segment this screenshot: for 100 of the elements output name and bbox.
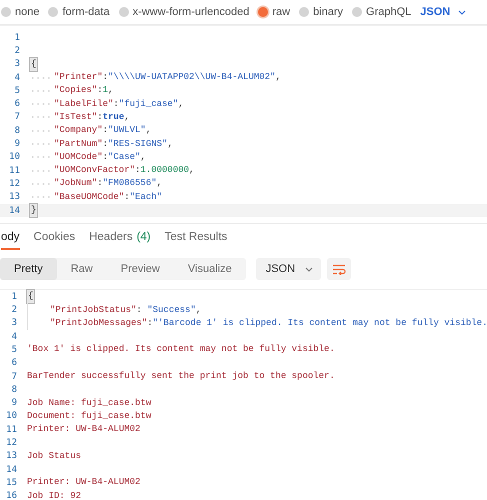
code-token: 1.0000000 bbox=[140, 164, 190, 178]
brace-token: } bbox=[30, 204, 38, 217]
code-token: "Each" bbox=[130, 190, 162, 204]
line-number: 11 bbox=[8, 166, 21, 176]
code-token: "'Barcode 1' is clipped. Its content may not be fully visible. bbox=[152, 316, 487, 330]
code-token: 'Box 1' is clipped. Its content may not be fully visible. bbox=[27, 343, 335, 356]
code-token: true bbox=[102, 110, 124, 124]
code-token: : bbox=[102, 71, 108, 84]
line-number: 7 bbox=[14, 112, 21, 122]
view-mode-tab[interactable]: Pretty bbox=[0, 258, 57, 280]
code-token: "Printer" bbox=[54, 71, 103, 84]
body-type-radio[interactable]: x-www-form-urlencoded bbox=[118, 6, 250, 18]
brace-token: { bbox=[30, 58, 38, 71]
line-number: 9 bbox=[14, 139, 21, 150]
format-dropdown[interactable]: JSON bbox=[420, 6, 466, 18]
code-token: : bbox=[113, 98, 119, 111]
line-number: 12 bbox=[5, 438, 18, 448]
line-number: 6 bbox=[14, 99, 21, 110]
code-token: : bbox=[97, 110, 103, 124]
line-number: 14 bbox=[8, 206, 21, 216]
code-token: "Copies" bbox=[54, 84, 98, 98]
code-token: , bbox=[196, 304, 202, 317]
view-mode-tab[interactable]: Raw bbox=[56, 258, 107, 280]
code-token: : bbox=[135, 164, 140, 178]
code-token: Job ID: 92 bbox=[27, 490, 82, 500]
response-tab[interactable]: Cookies bbox=[34, 231, 76, 250]
code-token: , bbox=[156, 177, 162, 190]
code-token: Printer: UW-B4-ALUM02 bbox=[27, 423, 140, 436]
line-number: 3 bbox=[10, 318, 18, 328]
response-format-dropdown[interactable]: JSON bbox=[256, 258, 322, 280]
body-type-radio[interactable]: raw bbox=[258, 6, 290, 18]
code-token: "RES-SIGNS" bbox=[108, 138, 168, 151]
line-number: 4 bbox=[10, 332, 18, 342]
body-type-radio[interactable]: form-data bbox=[48, 6, 110, 18]
code-token: , bbox=[140, 150, 146, 164]
code-token: , bbox=[146, 124, 152, 138]
code-token: "LabelFile" bbox=[54, 98, 114, 111]
line-number: 10 bbox=[8, 152, 21, 162]
body-type-radio[interactable]: binary bbox=[299, 6, 344, 18]
view-mode-tab[interactable]: Preview bbox=[106, 258, 174, 280]
line-number: 14 bbox=[5, 464, 18, 475]
line-number: 9 bbox=[10, 398, 18, 408]
code-token: : bbox=[97, 84, 103, 98]
tab-count: (4) bbox=[136, 231, 151, 244]
response-tab[interactable]: Headers (4) bbox=[89, 231, 151, 250]
code-token: "BaseUOMCode" bbox=[54, 190, 124, 204]
code-token: : bbox=[97, 177, 103, 190]
code-token: "Company" bbox=[54, 124, 103, 138]
code-token: : bbox=[136, 304, 143, 317]
response-tab[interactable]: Test Results bbox=[164, 231, 228, 250]
code-token: BarTender successfully sent the print job to the spooler. bbox=[27, 370, 335, 384]
code-token: : bbox=[102, 138, 108, 151]
line-number: 12 bbox=[8, 178, 21, 189]
line-number: 2 bbox=[10, 305, 18, 316]
code-token: "Case" bbox=[108, 150, 140, 164]
code-token: "PartNum" bbox=[54, 138, 103, 151]
code-token: Job Name: fuji_case.btw bbox=[27, 396, 152, 410]
view-mode-tab[interactable]: Visualize bbox=[174, 258, 246, 280]
line-number: 1 bbox=[10, 292, 18, 302]
code-token: "PrintJobStatus" bbox=[50, 304, 136, 317]
code-token: , bbox=[167, 138, 173, 151]
code-token: , bbox=[178, 98, 184, 111]
code-token: , bbox=[275, 71, 281, 84]
code-token: , bbox=[189, 164, 194, 178]
line-number: 5 bbox=[10, 344, 18, 355]
line-number: 10 bbox=[5, 411, 18, 422]
line-number: 8 bbox=[10, 384, 18, 395]
body-type-radio[interactable]: none bbox=[1, 6, 40, 18]
line-number: 3 bbox=[14, 59, 21, 70]
code-token: "FM086556" bbox=[102, 177, 157, 190]
code-token: : bbox=[147, 316, 153, 330]
body-type-radio[interactable]: GraphQL bbox=[352, 6, 412, 18]
line-number: 11 bbox=[5, 424, 18, 435]
code-token: Printer: UW-B4-ALUM02 bbox=[27, 476, 140, 490]
code-token: "IsTest" bbox=[54, 110, 98, 124]
line-number: 13 bbox=[5, 451, 18, 462]
code-token: , bbox=[124, 110, 130, 124]
code-token: Document: fuji_case.btw bbox=[27, 410, 152, 423]
code-token: "UOMConvFactor" bbox=[54, 164, 136, 178]
line-number: 16 bbox=[5, 491, 18, 500]
code-token: : bbox=[124, 190, 130, 204]
line-number: 8 bbox=[14, 126, 21, 136]
line-number: 7 bbox=[10, 372, 18, 382]
line-number: 5 bbox=[14, 86, 21, 96]
code-token: "\\\\UW-UATAPP02\\UW-B4-ALUM02" bbox=[108, 71, 276, 84]
line-number: 13 bbox=[8, 192, 21, 202]
code-token: "UWLVL" bbox=[108, 124, 146, 138]
code-token: "UOMCode" bbox=[54, 150, 103, 164]
response-tab[interactable]: ody bbox=[1, 231, 20, 250]
code-token: , bbox=[108, 84, 114, 98]
code-token: "Success" bbox=[147, 304, 196, 317]
code-token: : bbox=[102, 150, 108, 164]
code-token: "JobNum" bbox=[54, 177, 98, 190]
brace-token: { bbox=[27, 290, 34, 304]
line-number: 6 bbox=[10, 358, 18, 368]
line-number: 1 bbox=[14, 32, 21, 43]
line-number: 15 bbox=[5, 478, 18, 488]
line-number: 2 bbox=[14, 46, 21, 56]
code-token: Job Status bbox=[27, 450, 82, 463]
code-token: 1 bbox=[102, 84, 108, 98]
